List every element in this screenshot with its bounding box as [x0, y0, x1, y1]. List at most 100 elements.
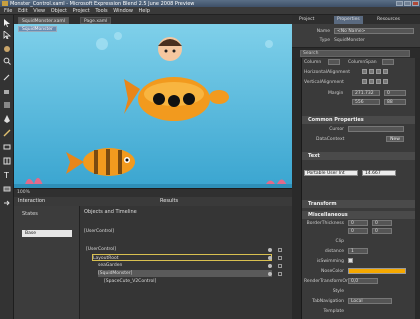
- lock-icon[interactable]: [278, 256, 282, 260]
- transform-section-header[interactable]: Transform: [302, 200, 415, 208]
- tree-item-seagarden[interactable]: seaGarden: [98, 262, 122, 269]
- tree-item-layoutroot[interactable]: LayoutRoot: [92, 254, 272, 261]
- visibility-eye-icon[interactable]: [268, 248, 272, 252]
- align-right-icon[interactable]: [376, 69, 381, 74]
- properties-search-input[interactable]: Search: [300, 50, 410, 57]
- isswimming-label: isSwimming: [316, 259, 344, 264]
- tab-resources[interactable]: Resources: [374, 16, 403, 24]
- border-top-field[interactable]: 0: [372, 220, 392, 226]
- margin-left-field[interactable]: 271.732: [352, 90, 380, 96]
- menu-help[interactable]: Help: [139, 7, 150, 15]
- tab-project[interactable]: Project: [296, 16, 317, 24]
- datacontext-new-button[interactable]: New: [386, 136, 404, 142]
- cursor-field[interactable]: [348, 126, 404, 132]
- tree-item-usercontrol[interactable]: [UserControl]: [86, 246, 116, 253]
- pan-tool-icon[interactable]: [3, 45, 11, 53]
- text-section-header[interactable]: Text: [302, 152, 415, 160]
- control-tool-icon[interactable]: [3, 185, 11, 193]
- columnspan-field[interactable]: [382, 59, 394, 65]
- column-field[interactable]: [328, 59, 340, 65]
- document-tabs: SquidMonster.xaml Page.xaml: [14, 15, 292, 24]
- zoom-level[interactable]: 100%: [17, 190, 30, 195]
- states-title: States: [22, 211, 38, 217]
- isswimming-checkbox[interactable]: [348, 258, 353, 263]
- paint-bucket-tool-icon[interactable]: [3, 87, 11, 95]
- align-left-icon[interactable]: [362, 69, 367, 74]
- gradient-tool-icon[interactable]: [3, 101, 11, 109]
- minimize-button[interactable]: [396, 1, 403, 6]
- menu-edit[interactable]: Edit: [18, 7, 28, 15]
- menu-project[interactable]: Project: [73, 7, 90, 15]
- pencil-tool-icon[interactable]: [3, 129, 11, 137]
- menu-view[interactable]: View: [33, 7, 45, 15]
- type-label: Type: [319, 38, 330, 43]
- menu-file[interactable]: File: [4, 7, 12, 15]
- visibility-eye-icon[interactable]: [268, 256, 272, 260]
- halign-label: HorizontalAlignment: [304, 70, 351, 75]
- distance-field[interactable]: 1: [348, 248, 368, 254]
- miscellaneous-section-header[interactable]: Miscellaneous: [302, 211, 415, 219]
- rectangle-tool-icon[interactable]: [3, 143, 11, 151]
- border-bottom-field[interactable]: 0: [348, 228, 368, 234]
- tabnavigation-select[interactable]: Local: [348, 298, 392, 304]
- tab-properties[interactable]: Properties: [334, 16, 363, 24]
- text-tool-icon[interactable]: T: [3, 171, 11, 179]
- align-center-icon[interactable]: [369, 69, 374, 74]
- nosecolor-label: NoseColor: [321, 269, 344, 274]
- tab-squidmonster[interactable]: SquidMonster.xaml: [18, 17, 69, 24]
- direct-selection-tool-icon[interactable]: [3, 31, 11, 39]
- objects-and-timeline-panel: Objects and Timeline [UserControl] [User…: [80, 206, 292, 319]
- menu-object[interactable]: Object: [51, 7, 67, 15]
- common-properties-header[interactable]: Common Properties: [302, 116, 415, 124]
- align-vstretch-icon[interactable]: [383, 79, 388, 84]
- grid-tool-icon[interactable]: [3, 157, 11, 165]
- selection-tool-icon[interactable]: [3, 19, 11, 27]
- font-size-field[interactable]: 14.667: [362, 170, 396, 176]
- pen-tool-icon[interactable]: [3, 115, 11, 123]
- objects-header-item: [UserControl]: [84, 229, 115, 234]
- style-label: Style: [332, 289, 344, 294]
- rendertransformorigin-field[interactable]: 0,0: [348, 278, 378, 284]
- menu-window[interactable]: Window: [113, 7, 133, 15]
- tree-item-spacecute[interactable]: [SpaceCute_V2Control]: [104, 278, 156, 285]
- lock-icon[interactable]: [278, 272, 282, 276]
- interaction-panel-header: Interaction Results: [14, 197, 292, 206]
- margin-top-field[interactable]: 0: [384, 90, 406, 96]
- margin-bottom-field[interactable]: 556: [352, 99, 380, 105]
- artboard-status-bar: 100%: [14, 188, 292, 197]
- name-field[interactable]: <No Name>: [334, 28, 414, 34]
- app-icon: [2, 1, 8, 6]
- base-state[interactable]: Base: [22, 230, 72, 237]
- tabnavigation-label: TabNavigation: [312, 299, 344, 304]
- artboard[interactable]: SquidMonster: [14, 24, 292, 188]
- align-top-icon[interactable]: [362, 79, 367, 84]
- margin-right-field[interactable]: 88: [384, 99, 406, 105]
- font-family-select[interactable]: Portable User Int: [304, 170, 358, 176]
- tab-page[interactable]: Page.xaml: [80, 17, 112, 24]
- asset-library-icon[interactable]: [3, 199, 11, 207]
- lock-icon[interactable]: [278, 264, 282, 268]
- visibility-eye-icon[interactable]: [268, 264, 272, 268]
- eyedropper-tool-icon[interactable]: [3, 73, 11, 81]
- zoom-tool-icon[interactable]: [3, 57, 11, 65]
- border-right-field[interactable]: 0: [372, 228, 392, 234]
- svg-text:T: T: [3, 171, 9, 179]
- name-label: Name: [316, 29, 330, 34]
- menu-tools[interactable]: Tools: [95, 7, 107, 15]
- align-stretch-icon[interactable]: [383, 69, 388, 74]
- lock-icon[interactable]: [278, 248, 282, 252]
- visibility-eye-icon[interactable]: [268, 272, 272, 276]
- rendertransformorigin-label: RenderTransformOri...: [304, 279, 354, 284]
- border-left-field[interactable]: 0: [348, 220, 368, 226]
- align-middle-icon[interactable]: [369, 79, 374, 84]
- nosecolor-swatch[interactable]: [348, 268, 406, 274]
- menu-bar: File Edit View Object Project Tools Wind…: [0, 7, 420, 15]
- results-tab[interactable]: Results: [160, 198, 178, 204]
- maximize-button[interactable]: [404, 1, 411, 6]
- properties-header: Name <No Name> Type SquidMonster: [292, 24, 420, 48]
- close-button[interactable]: [412, 1, 419, 6]
- tree-item-squidmonster[interactable]: [SquidMonster]: [98, 270, 272, 277]
- properties-scrollbar[interactable]: [415, 58, 420, 319]
- margin-label: Margin: [328, 91, 344, 96]
- align-bottom-icon[interactable]: [376, 79, 381, 84]
